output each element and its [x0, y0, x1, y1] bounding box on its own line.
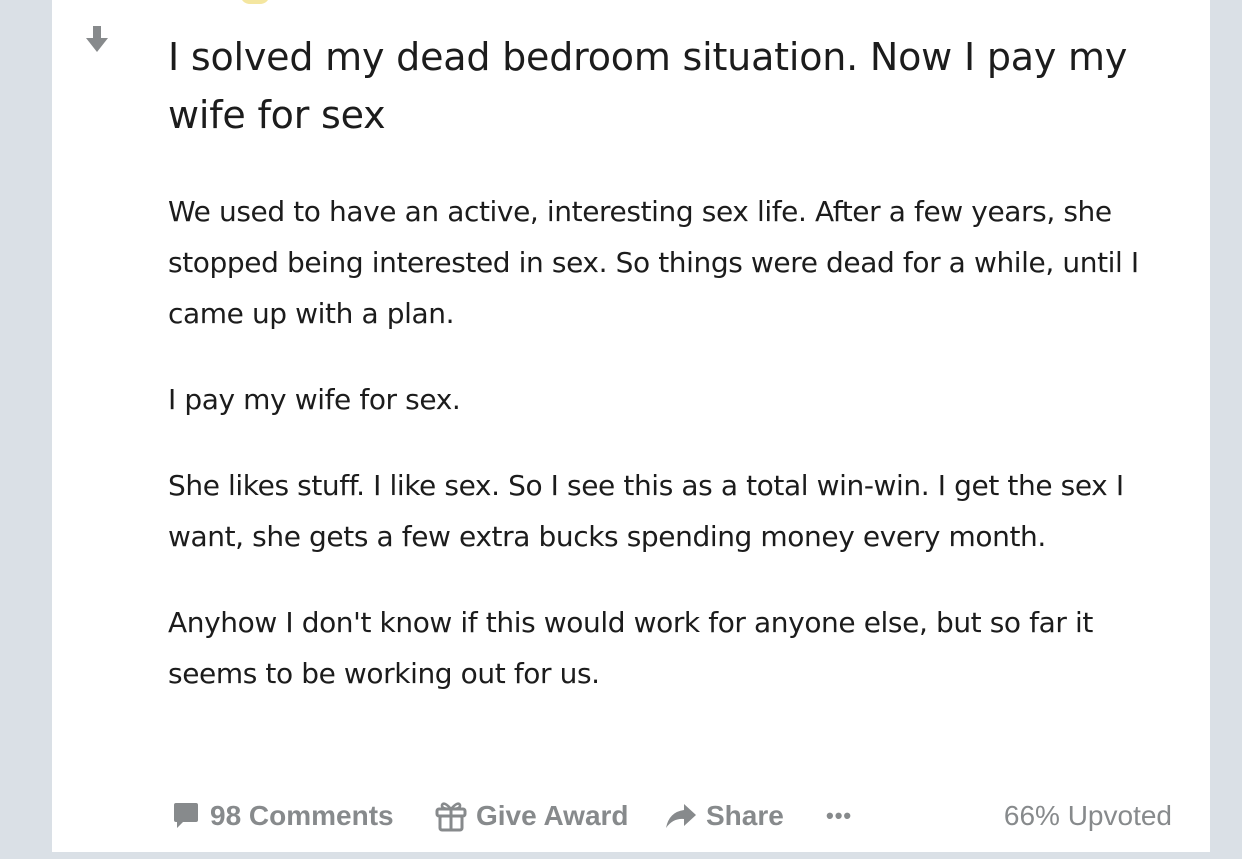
comments-button[interactable]: 98 Comments [170, 793, 394, 839]
gift-icon [435, 802, 467, 832]
post-paragraph: Anyhow I don't know if this would work f… [168, 606, 1093, 690]
share-label: Share [706, 800, 784, 831]
more-dots-icon: ••• [826, 803, 853, 828]
post-body: We used to have an active, interesting s… [168, 186, 1178, 734]
comment-bubble-icon [174, 803, 198, 828]
post-title[interactable]: I solved my dead bedroom situation. Now … [168, 28, 1178, 144]
post-actions-bar: 98 Comments Give Award Share ••• 66% Upv… [168, 793, 1172, 839]
give-award-label: Give Award [476, 800, 629, 831]
share-arrow-icon [666, 804, 696, 828]
award-icon-peek [240, 0, 270, 4]
post-paragraph: We used to have an active, interesting s… [168, 195, 1139, 330]
more-options-button[interactable]: ••• [826, 793, 852, 839]
share-button[interactable]: Share [664, 793, 784, 839]
give-award-button[interactable]: Give Award [434, 793, 629, 839]
comments-label: 98 Comments [210, 800, 394, 831]
upvote-ratio: 66% Upvoted [1003, 800, 1172, 831]
post-paragraph: She likes stuff. I like sex. So I see th… [168, 469, 1124, 553]
post-paragraph: I pay my wife for sex. [168, 383, 461, 416]
downvote-arrow-icon[interactable] [85, 24, 109, 54]
post-card: I solved my dead bedroom situation. Now … [52, 0, 1210, 852]
